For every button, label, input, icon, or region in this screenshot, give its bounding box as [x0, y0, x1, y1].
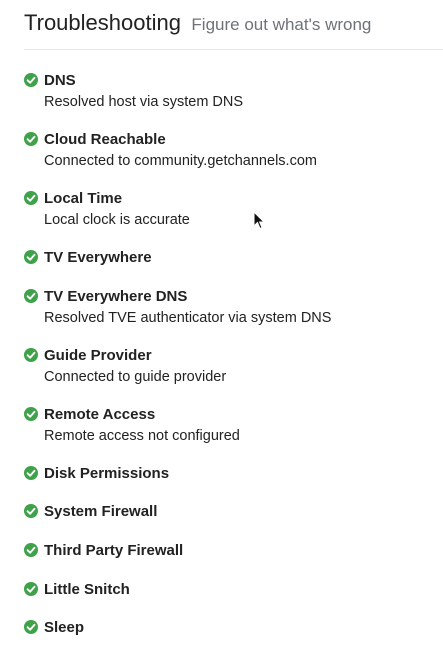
- check-name: Local Time: [44, 190, 123, 207]
- check-name: Guide Provider: [44, 346, 152, 364]
- check-circle-icon: [24, 406, 38, 421]
- check-item: Guide Provider Connected to guide provide…: [24, 346, 443, 405]
- check-name: Remote Access: [44, 405, 156, 423]
- check-detail: Connected to guide provider: [44, 368, 227, 385]
- check-item: System Firewall: [24, 502, 443, 541]
- check-name: Third Party Firewall: [44, 542, 184, 560]
- check-list: DNS Resolved host via system DNS Cloud Rea…: [24, 71, 443, 657]
- check-detail: Resolved host via system DNS: [44, 94, 244, 110]
- check-circle-icon: [24, 250, 38, 264]
- check-name: Sleep: [44, 619, 85, 637]
- check-detail: Connected to community.getchannels.com: [44, 153, 317, 169]
- check-name: Cloud Reachable: [44, 131, 166, 148]
- check-circle-icon: [24, 543, 38, 558]
- check-circle-icon: [24, 620, 38, 635]
- check-item: Third Party Firewall: [24, 541, 443, 580]
- check-circle-icon: [24, 132, 38, 146]
- check-detail: Remote access not configured: [44, 427, 240, 444]
- check-item: Disk Permissions: [24, 464, 443, 503]
- check-item: Local Time Local clock is accurate: [24, 189, 443, 248]
- mouse-pointer-icon: [253, 211, 265, 230]
- check-item: Cloud Reachable Connected to community.ge…: [24, 130, 443, 189]
- check-name: System Firewall: [44, 503, 158, 521]
- check-item: Remote Access Remote access not configure…: [24, 405, 443, 464]
- check-item: DNS Resolved host via system DNS: [24, 71, 443, 130]
- page-title: Troubleshooting: [24, 10, 181, 35]
- check-detail: Resolved TVE authenticator via system DN…: [44, 309, 332, 326]
- check-circle-icon: [24, 504, 38, 519]
- check-item: Little Snitch: [24, 580, 443, 619]
- check-detail: Local clock is accurate: [44, 212, 190, 228]
- check-circle-icon: [24, 581, 38, 596]
- check-name: DNS: [44, 72, 76, 89]
- check-circle-icon: [24, 73, 38, 87]
- page-header: Troubleshooting Figure out what's wrong: [24, 4, 443, 50]
- check-item: TV Everywhere DNS Resolved TVE authentica…: [24, 287, 443, 346]
- page-subtitle: Figure out what's wrong: [191, 15, 372, 34]
- check-circle-icon: [24, 347, 38, 362]
- check-circle-icon: [24, 465, 38, 480]
- check-item: TV Everywhere: [24, 248, 443, 287]
- check-name: TV Everywhere DNS: [44, 287, 188, 305]
- check-name: TV Everywhere: [44, 249, 152, 266]
- check-circle-icon: [24, 288, 38, 303]
- check-item: Sleep: [24, 618, 443, 657]
- check-circle-icon: [24, 191, 38, 205]
- check-name: Little Snitch: [44, 580, 130, 598]
- check-name: Disk Permissions: [44, 464, 170, 482]
